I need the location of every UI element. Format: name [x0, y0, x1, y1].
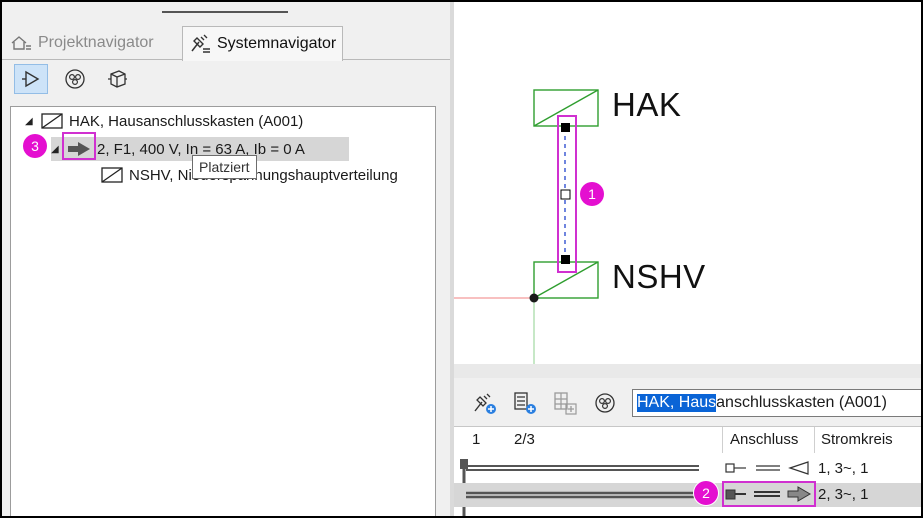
tree-item-nshv-label: NSHV, Niederspannungshauptverteilung	[129, 166, 398, 184]
cube-icon	[108, 70, 127, 88]
circuit-view-button[interactable]	[58, 64, 92, 94]
add-connection-button[interactable]	[470, 390, 500, 416]
col-divider	[814, 427, 815, 453]
play-outline-icon	[22, 70, 40, 88]
distribution-box-icon	[41, 113, 63, 129]
tab-systemnavigator[interactable]: Systemnavigator	[182, 26, 344, 61]
plug-add-icon	[474, 393, 496, 414]
navigator-tabbar: Projektnavigator Systemnavigator	[2, 24, 450, 61]
table-row[interactable]: 1, 3~, 1	[454, 457, 921, 481]
tree-item-hak[interactable]: ◢ HAK, Hausanschlusskasten (A001)	[25, 109, 303, 133]
expand-triangle-icon[interactable]: ◢	[51, 144, 61, 155]
grid-add-icon	[554, 392, 577, 415]
col-header-stromkreis[interactable]: Stromkreis	[821, 431, 893, 448]
3d-view-button[interactable]	[100, 64, 134, 94]
connection-panel: HAK, Haus anschlusskasten (A001) 1 2/3 An…	[454, 378, 922, 517]
col-header-2-3[interactable]: 2/3	[514, 431, 535, 448]
annotation-marker-1: 1	[580, 182, 604, 206]
connection-arrow-icon	[68, 142, 90, 156]
navigator-toolbar	[2, 60, 450, 102]
annotation-marker-3: 3	[23, 134, 47, 158]
annotation-marker-2: 2	[694, 481, 718, 505]
nshv-label: NSHV	[612, 258, 706, 295]
add-circuit-button[interactable]	[510, 390, 540, 416]
navigator-panel: Projektnavigator Systemnavigator ◢ HAK, …	[2, 2, 450, 518]
circuit-bus-line	[466, 491, 699, 499]
search-selected-text: HAK, Haus	[637, 394, 717, 412]
panel-grip[interactable]	[162, 11, 288, 13]
schematic-canvas[interactable]: HAK NSHV	[454, 2, 921, 364]
col-header-anschluss[interactable]: Anschluss	[730, 431, 798, 448]
filter-play-button[interactable]	[14, 64, 48, 94]
col-divider	[722, 427, 723, 453]
circuit-bus-line	[466, 465, 699, 471]
schematic-drawing	[454, 89, 599, 364]
cell-stromkreis: 2, 3~, 1	[818, 486, 869, 503]
tree-item-nshv[interactable]: NSHV, Niederspannungshauptverteilung	[101, 163, 435, 187]
grid-add-button	[550, 390, 580, 416]
expand-triangle-icon[interactable]: ◢	[25, 116, 35, 127]
cell-stromkreis: 1, 3~, 1	[818, 460, 869, 477]
cabinet-add-icon	[514, 392, 536, 414]
tab-projektnavigator[interactable]: Projektnavigator	[4, 26, 160, 60]
house-tree-icon	[11, 36, 31, 50]
tab-projektnavigator-label: Projektnavigator	[38, 34, 154, 51]
device-search-field[interactable]: HAK, Haus anschlusskasten (A001)	[632, 389, 922, 417]
status-tooltip: Platziert	[192, 155, 257, 179]
system-plug-icon	[191, 34, 210, 53]
circuit-circles-icon	[65, 69, 85, 89]
connection-placed-icon	[725, 486, 811, 502]
tree-item-hak-label: HAK, Hausanschlusskasten (A001)	[69, 112, 304, 130]
connection-symbol-icon	[725, 461, 809, 475]
tab-systemnavigator-label: Systemnavigator	[217, 35, 337, 52]
search-rest-text: anschlusskasten (A001)	[716, 394, 887, 411]
circuit-filter-button[interactable]	[590, 390, 620, 416]
circuit-circles-icon	[595, 393, 615, 413]
table-row[interactable]: 2, 3~, 1	[454, 483, 921, 507]
hak-label: HAK	[612, 86, 682, 123]
distribution-box-icon	[101, 167, 123, 183]
connection-grid[interactable]: 1 2/3 Anschluss Stromkreis 1, 3~, 1 2, 3…	[454, 426, 921, 517]
horizontal-splitter[interactable]	[454, 364, 921, 378]
